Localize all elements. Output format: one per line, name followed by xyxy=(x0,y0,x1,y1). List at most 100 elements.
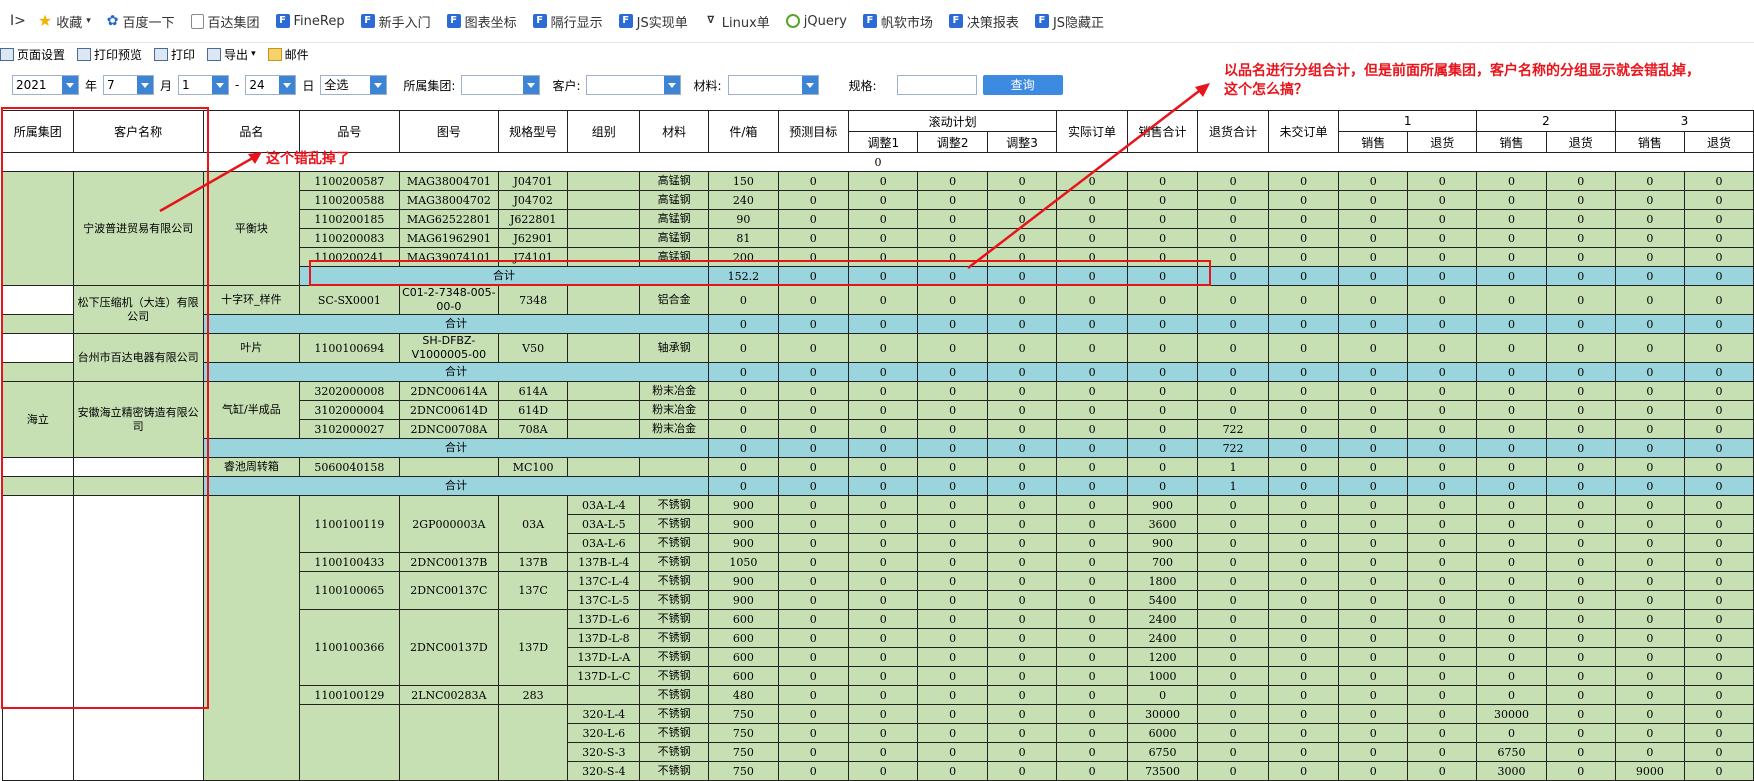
table-cell[interactable]: 2DNC00137B xyxy=(398,552,499,572)
table-cell[interactable]: 0 xyxy=(986,419,1058,439)
table-cell[interactable]: 0 xyxy=(1338,761,1409,781)
table-cell[interactable]: 0 xyxy=(708,438,779,458)
table-cell[interactable]: 0 xyxy=(1407,742,1478,762)
table-cell[interactable]: 0 xyxy=(1126,171,1199,191)
table-cell[interactable]: 0 xyxy=(1545,228,1616,248)
table-cell[interactable] xyxy=(298,704,400,781)
table-cell[interactable]: 0 xyxy=(1056,761,1128,781)
table-cell[interactable]: 0 xyxy=(917,514,988,534)
table-cell[interactable]: 0 xyxy=(1614,571,1685,591)
table-cell[interactable]: 0 xyxy=(777,400,850,420)
table-cell[interactable]: 不锈钢 xyxy=(639,514,710,534)
table-cell[interactable]: 0 xyxy=(986,438,1058,458)
table-cell[interactable]: 1100200083 xyxy=(298,228,400,248)
customer-cell[interactable]: 松下压缩机（大连）有限公司 xyxy=(72,285,204,334)
header-month-1[interactable]: 1 xyxy=(1338,110,1478,132)
table-cell[interactable]: V50 xyxy=(497,333,569,363)
table-cell[interactable]: 03A xyxy=(497,495,569,553)
table-cell[interactable]: 0 xyxy=(917,533,988,553)
table-cell[interactable]: 0 xyxy=(777,314,850,334)
table-cell[interactable]: 0 xyxy=(986,552,1058,572)
table-cell[interactable]: 1800 xyxy=(1126,571,1199,591)
table-cell[interactable]: 137D-L-8 xyxy=(567,628,641,648)
table-cell[interactable]: 0 xyxy=(1545,381,1616,401)
table-cell[interactable]: 0 xyxy=(1338,571,1409,591)
table-cell[interactable]: 0 xyxy=(1338,685,1409,705)
product-cell[interactable] xyxy=(202,495,300,781)
table-cell[interactable]: 不锈钢 xyxy=(639,723,710,743)
table-cell[interactable]: 0 xyxy=(986,704,1058,724)
table-cell[interactable]: 0 xyxy=(1197,723,1269,743)
table-cell[interactable]: 0 xyxy=(848,609,919,629)
table-cell[interactable]: 0 xyxy=(1267,314,1340,334)
product-cell[interactable]: 平衡块 xyxy=(202,171,300,286)
table-cell[interactable]: 0 xyxy=(848,723,919,743)
table-cell[interactable]: 0 xyxy=(1267,552,1340,572)
table-cell[interactable]: 0 xyxy=(917,742,988,762)
table-cell[interactable]: 0 xyxy=(986,209,1058,229)
table-cell[interactable]: 0 xyxy=(1338,285,1409,315)
table-cell[interactable]: 0 xyxy=(1614,666,1685,686)
table-cell[interactable]: 0 xyxy=(1614,628,1685,648)
chevron-down-icon[interactable] xyxy=(279,76,296,94)
table-cell[interactable]: 0 xyxy=(1126,438,1199,458)
table-cell[interactable]: 0 xyxy=(848,419,919,439)
table-cell[interactable]: 30000 xyxy=(1126,704,1199,724)
table-cell[interactable]: 137C xyxy=(497,571,569,610)
table-cell[interactable]: 0 xyxy=(1338,247,1409,267)
table-cell[interactable]: 6750 xyxy=(1476,742,1547,762)
table-cell[interactable]: 0 xyxy=(986,685,1058,705)
table-cell[interactable]: 0 xyxy=(777,457,850,477)
table-cell[interactable]: 0 xyxy=(1338,190,1409,210)
table-cell[interactable]: 0 xyxy=(1407,438,1478,458)
table-cell[interactable]: 750 xyxy=(708,723,779,743)
table-cell[interactable]: 7348 xyxy=(497,285,569,315)
table-cell[interactable]: MAG62522801 xyxy=(398,209,499,229)
table-cell[interactable]: 0 xyxy=(1614,685,1685,705)
bookmark-alternate-rows[interactable]: F 隔行显示 xyxy=(532,12,603,31)
table-cell[interactable]: 137D xyxy=(497,609,569,686)
table-cell[interactable]: 0 xyxy=(1056,457,1128,477)
table-cell[interactable]: 0 xyxy=(1683,533,1754,553)
table-cell[interactable]: 0 xyxy=(1545,666,1616,686)
table-cell[interactable]: 0 xyxy=(848,400,919,420)
table-cell[interactable]: 0 xyxy=(848,438,919,458)
chevron-down-icon[interactable] xyxy=(137,76,154,94)
table-cell[interactable]: 不锈钢 xyxy=(639,704,710,724)
table-cell[interactable]: 0 xyxy=(917,209,988,229)
bookmark-market[interactable]: F 帆软市场 xyxy=(862,12,933,31)
table-cell[interactable]: 0 xyxy=(848,571,919,591)
table-cell[interactable]: 0 xyxy=(1267,171,1340,191)
table-cell[interactable]: 152.2 xyxy=(708,266,779,286)
table-cell[interactable]: 150 xyxy=(708,171,779,191)
table-cell[interactable]: 0 xyxy=(1614,171,1685,191)
table-cell[interactable]: 3102000004 xyxy=(298,400,400,420)
table-cell[interactable]: 0 xyxy=(777,171,850,191)
table-cell[interactable]: 0 xyxy=(1407,609,1478,629)
table-cell[interactable]: 0 xyxy=(1338,476,1409,496)
table-cell[interactable]: 03A-L-4 xyxy=(567,495,641,515)
product-cell[interactable]: 睿池周转箱 xyxy=(202,457,300,477)
table-cell[interactable]: 0 xyxy=(777,552,850,572)
table-cell[interactable]: 不锈钢 xyxy=(639,685,710,705)
table-cell[interactable]: 0 xyxy=(777,704,850,724)
table-cell[interactable]: 0 xyxy=(708,476,779,496)
table-cell[interactable]: 0 xyxy=(777,476,850,496)
group-cell[interactable]: 海立 xyxy=(2,381,74,458)
table-cell[interactable]: 137D-L-C xyxy=(567,666,641,686)
table-cell[interactable]: 0 xyxy=(1683,723,1754,743)
table-cell[interactable]: 0 xyxy=(1545,742,1616,762)
table-cell[interactable]: 0 xyxy=(1614,552,1685,572)
table-cell[interactable]: 0 xyxy=(1056,590,1128,610)
subtotal-label[interactable]: 合计 xyxy=(202,476,710,496)
table-cell[interactable]: 0 xyxy=(917,381,988,401)
select-all-dropdown[interactable]: 全选 xyxy=(320,75,388,95)
table-cell[interactable]: 0 xyxy=(1545,266,1616,286)
table-cell[interactable]: 0 xyxy=(1056,647,1128,667)
table-cell[interactable]: 2DNC00137D xyxy=(398,609,499,686)
table-cell[interactable] xyxy=(567,285,641,315)
table-cell[interactable]: 0 xyxy=(1407,285,1478,315)
table-cell[interactable]: 0 xyxy=(1545,552,1616,572)
table-cell[interactable]: 0 xyxy=(777,666,850,686)
table-cell[interactable]: 0 xyxy=(1338,628,1409,648)
